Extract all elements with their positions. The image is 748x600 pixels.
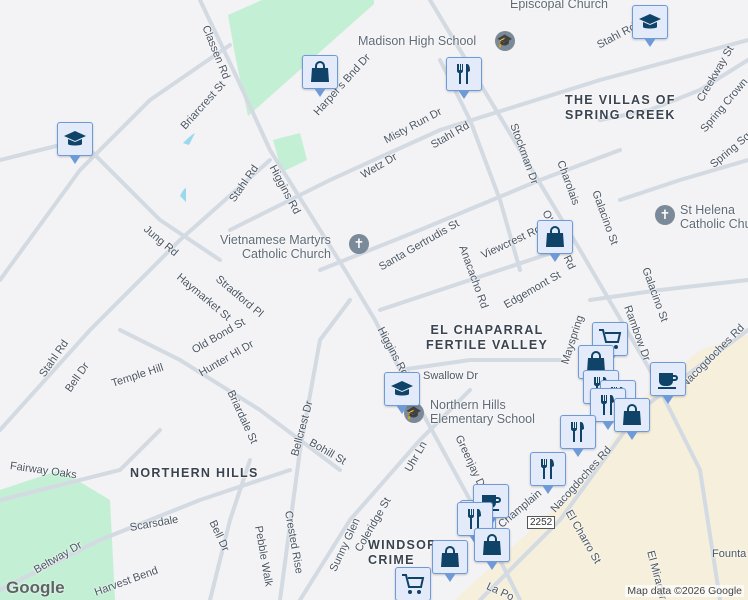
restaurant-marker[interactable] [530,452,566,494]
church-icon: ✝ [655,205,675,225]
area-label: THE VILLAS OF SPRING CREEK [565,93,676,122]
restaurant-icon [457,64,470,84]
poi-northern-hills-elementary[interactable]: Northern Hills Elementary School [430,398,535,426]
grocery-marker[interactable] [395,567,431,600]
shopping-icon [311,61,329,82]
poi-episcopal-church[interactable]: Episcopal Church [510,0,608,11]
map-attribution[interactable]: Map data ©2026 Google [625,585,744,597]
restaurant-marker[interactable] [560,415,596,457]
area-label: WINDSOR CRIME [368,538,438,567]
school-icon [391,381,413,396]
school-marker[interactable] [632,5,668,47]
shopping-marker[interactable] [474,528,510,570]
restaurant-icon [541,459,554,479]
shopping-marker[interactable] [432,540,468,582]
school-icon [64,131,86,146]
shopping-icon [623,404,641,425]
coffee-icon [658,373,678,389]
road-label: Swallow Dr [423,370,479,382]
coffee-marker[interactable] [650,362,686,404]
shopping-icon [546,226,564,247]
shopping-icon [483,534,501,555]
restaurant-marker[interactable] [446,57,482,99]
shopping-icon [441,546,459,567]
school-marker[interactable] [384,372,420,414]
google-logo: Google [6,578,65,597]
poi-vietnamese-martyrs-church[interactable]: Vietnamese Martyrs Catholic Church [220,233,331,261]
poi-st-helena-church[interactable]: St Helena Catholic Church [680,203,748,231]
grocery-icon [402,574,425,594]
school-icon: 🎓 [495,31,515,51]
shopping-marker[interactable] [302,55,338,97]
school-marker[interactable] [57,122,93,164]
map-canvas[interactable]: Classen Rd Briarcrest St Stahl Rd Higgin… [0,0,748,600]
area-label: EL CHAPARRAL FERTILE VALLEY [426,323,549,352]
road-label: Founta [712,548,747,560]
restaurant-icon [571,422,584,442]
park-area [228,0,374,116]
poi-madison-high-school[interactable]: Madison High School [358,34,476,48]
church-icon: ✝ [349,234,369,254]
area-label: NORTHERN HILLS [130,466,259,480]
school-icon [639,14,661,29]
route-shield: 2252 [527,516,556,529]
shopping-marker[interactable] [537,220,573,262]
shopping-marker[interactable] [614,398,650,440]
